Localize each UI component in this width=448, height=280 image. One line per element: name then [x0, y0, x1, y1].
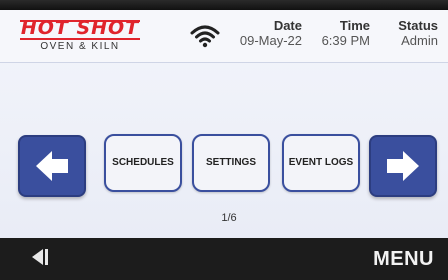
date-label: Date — [273, 18, 302, 33]
time-display: Time 6:39 PM — [312, 18, 370, 48]
touch-screen: HOT SHOT OVEN & KILN Date 09-May-22 Time… — [0, 10, 448, 238]
time-value: 6:39 PM — [321, 33, 370, 48]
page-indicator: 1/6 — [221, 212, 237, 224]
next-page-button[interactable] — [369, 135, 437, 197]
device-bezel — [0, 0, 448, 10]
date-display: Date 09-May-22 — [232, 18, 302, 48]
status-label: Status — [398, 18, 438, 33]
event-logs-button[interactable]: EVENT LOGS — [282, 134, 360, 192]
arrow-right-icon — [387, 151, 419, 181]
status-value: Admin — [401, 33, 438, 48]
date-value: 09-May-22 — [239, 33, 302, 48]
back-triangle-icon[interactable] — [30, 246, 50, 268]
footer-bar: MENU — [0, 238, 448, 280]
logo-subtitle: OVEN & KILN — [40, 41, 120, 52]
schedules-button[interactable]: SCHEDULES — [104, 134, 182, 192]
menu-button[interactable]: MENU — [373, 245, 434, 273]
time-label: Time — [339, 18, 370, 33]
settings-button[interactable]: SETTINGS — [192, 134, 270, 192]
logo-brand-text: HOT SHOT — [20, 17, 140, 39]
status-display: Status Admin — [380, 18, 438, 48]
arrow-left-icon — [36, 151, 68, 181]
header-bar: HOT SHOT OVEN & KILN Date 09-May-22 Time… — [0, 10, 448, 63]
previous-page-button[interactable] — [18, 135, 86, 197]
brand-logo: HOT SHOT OVEN & KILN — [16, 18, 144, 54]
wifi-icon — [190, 24, 220, 48]
